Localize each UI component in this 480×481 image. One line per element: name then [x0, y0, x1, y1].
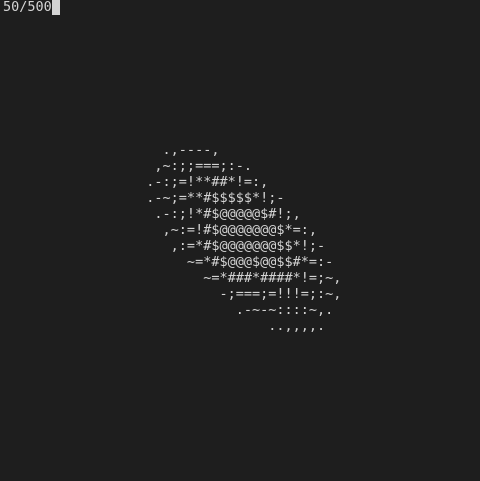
ascii-art-line: ,~:;;===;:-.: [0, 158, 252, 174]
ascii-art-line: ,~:=!#$@@@@@@@$*=:,: [0, 222, 317, 238]
ascii-art-line: ~=*###*####*!=;~,: [0, 270, 342, 286]
ascii-art-line: ~=*#$@@@$@@$$#*=:-: [0, 254, 334, 270]
ascii-art-line: .-:;=!**##*!=:,: [0, 174, 269, 190]
ascii-art-line: .-~-~::::~,.: [0, 302, 334, 318]
ascii-art-line: ..,,,,.: [0, 318, 326, 334]
status-line: 50/500: [3, 0, 60, 15]
ascii-art-line: -;===;=!!!=;:~,: [0, 286, 342, 302]
ascii-art: .,----, ,~:;;===;:-. .-:;=!**##*!=:, .-~…: [0, 142, 341, 334]
ascii-art-line: .-~;=**#$$$$$*!;-: [0, 190, 285, 206]
ascii-art-line: .-:;!*#$@@@@@$#!;,: [0, 206, 301, 222]
text-cursor: [51, 0, 60, 15]
progress-counter: 50/500: [3, 0, 52, 15]
terminal-window[interactable]: 50/500 .,----, ,~:;;===;:-. .-:;=!**##*!…: [0, 0, 480, 481]
ascii-art-line: .,----,: [0, 142, 220, 158]
ascii-art-line: ,:=*#$@@@@@@@$$*!;-: [0, 238, 326, 254]
